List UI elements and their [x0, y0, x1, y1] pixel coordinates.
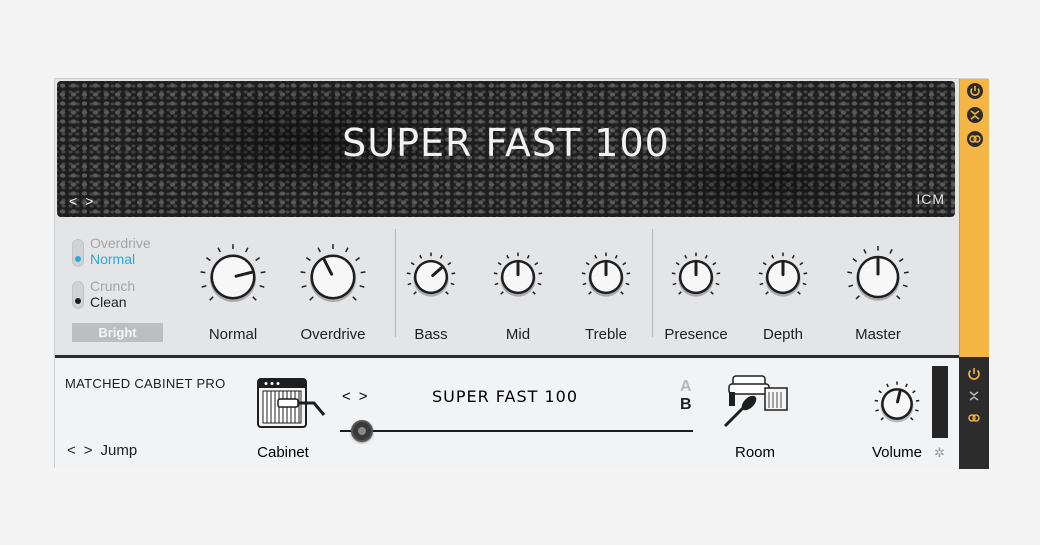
knob-label: Master	[855, 326, 901, 343]
ab-b-button[interactable]: B	[680, 396, 692, 414]
room-icon[interactable]	[719, 372, 791, 437]
collapse-icon[interactable]	[966, 106, 984, 124]
option-clean[interactable]: Clean	[90, 294, 127, 310]
gear-icon[interactable]: ✲	[934, 445, 945, 461]
knob-label: Bass	[414, 326, 448, 343]
channel-switch-bottom[interactable]	[72, 281, 84, 309]
knob-label: Overdrive	[300, 326, 366, 343]
cabinet-section: MATCHED CABINET PRO < > Jump Cabinet < >…	[55, 358, 959, 469]
switch-indicator	[75, 298, 81, 304]
cabinet-section-title: MATCHED CABINET PRO	[65, 376, 226, 391]
cabinet-prev-button[interactable]: <	[67, 442, 76, 459]
knob-label: Presence	[664, 326, 728, 343]
amp-title: SUPER FAST 100	[342, 121, 670, 165]
knob-bass[interactable]	[405, 251, 457, 303]
knob-depth[interactable]	[757, 251, 809, 303]
knob-presence[interactable]	[670, 251, 722, 303]
knob-label: Treble	[585, 326, 627, 343]
knob-overdrive[interactable]	[298, 242, 368, 312]
cabinet-preset-name: SUPER FAST 100	[431, 387, 579, 406]
output-level-meter	[932, 366, 948, 438]
cabinet-nav: < > Jump	[67, 442, 137, 459]
amp-plugin-window: SUPER FAST 100 < > ICM Overdrive Normal …	[54, 78, 989, 469]
cabinet-label: Cabinet	[257, 444, 309, 461]
knob-label: Normal	[208, 326, 258, 343]
bright-button[interactable]: Bright	[72, 323, 163, 342]
preset-next-button[interactable]: >	[359, 388, 368, 405]
option-overdrive[interactable]: Overdrive	[90, 235, 151, 251]
mic-position-slider[interactable]	[340, 430, 693, 432]
cabinet-strip	[959, 357, 989, 469]
collapse-icon[interactable]	[965, 387, 983, 405]
preset-prev-button[interactable]: <	[342, 388, 351, 405]
amp-controls: Overdrive Normal Crunch Clean Bright Nor…	[55, 219, 957, 355]
volume-knob[interactable]	[873, 380, 921, 428]
option-crunch[interactable]: Crunch	[90, 278, 135, 294]
volume-label: Volume	[871, 444, 923, 461]
ab-a-button[interactable]: A	[680, 378, 692, 396]
knob-mid[interactable]	[492, 251, 544, 303]
power-icon[interactable]	[966, 82, 984, 100]
link-icon[interactable]	[966, 130, 984, 148]
knob-normal[interactable]	[198, 242, 268, 312]
amp-header: SUPER FAST 100 < > ICM	[57, 81, 955, 217]
link-icon[interactable]	[965, 409, 983, 427]
jump-button[interactable]: Jump	[101, 442, 138, 459]
knob-label: Depth	[762, 326, 804, 343]
brand-logo: ICM	[916, 191, 945, 207]
amp-next-button[interactable]: >	[85, 193, 93, 209]
section-divider	[395, 229, 396, 337]
knob-treble[interactable]	[580, 251, 632, 303]
preset-nav: < >	[342, 388, 368, 405]
power-icon[interactable]	[965, 365, 983, 383]
section-divider	[652, 229, 653, 337]
mic-position-handle[interactable]	[351, 420, 373, 442]
switch-indicator	[75, 256, 81, 262]
knob-label: Mid	[505, 326, 531, 343]
room-label: Room	[734, 444, 775, 461]
amp-strip	[959, 79, 989, 357]
amp-prev-button[interactable]: <	[69, 193, 77, 209]
knob-master[interactable]	[845, 244, 911, 310]
option-normal[interactable]: Normal	[90, 251, 135, 267]
cabinet-next-button[interactable]: >	[84, 442, 93, 459]
channel-switch-top[interactable]	[72, 239, 84, 267]
cabinet-icon[interactable]	[256, 373, 328, 438]
amp-preset-nav: < >	[69, 193, 93, 209]
